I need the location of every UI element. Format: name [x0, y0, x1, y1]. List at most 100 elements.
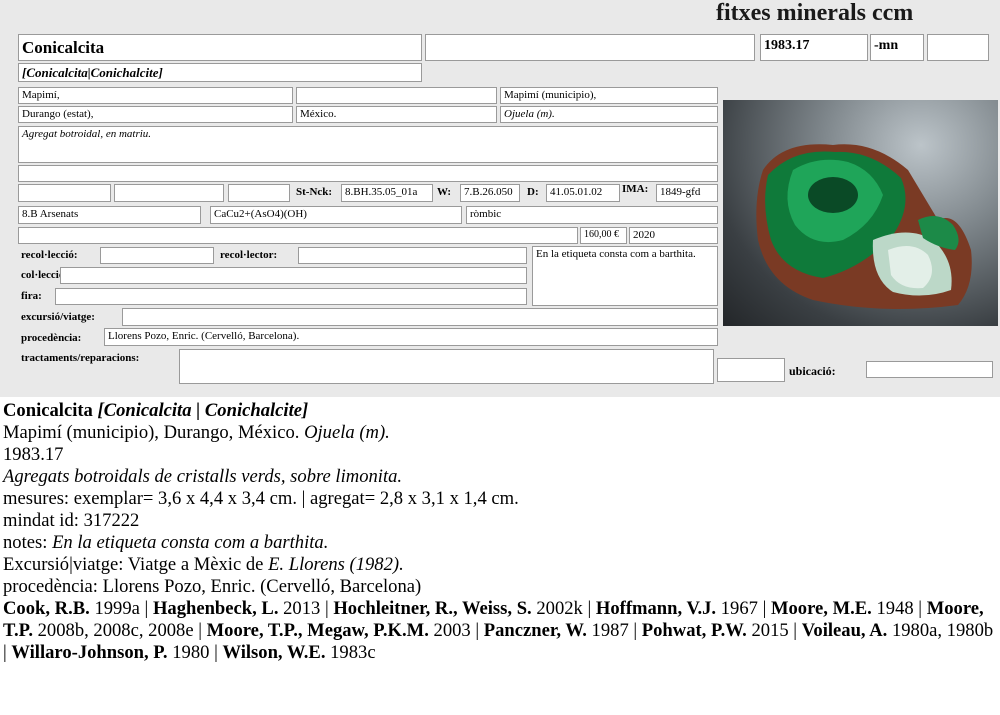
reference-item: Haghenbeck, L. 2013 — [153, 598, 320, 619]
blank-field-top[interactable] — [425, 34, 755, 61]
reference-item: Hochleitner, R., Weiss, S. 2002k — [333, 598, 583, 619]
fira-label: fira: — [21, 290, 42, 302]
reference-item: Pohwat, P.W. 2015 — [642, 620, 789, 641]
excursio-field[interactable] — [122, 308, 718, 326]
recoleccio-field[interactable] — [100, 247, 214, 264]
summary-text: Conicalcita [Conicalcita | Conichalcite]… — [3, 400, 997, 664]
summary-notes-line: notes: En la etiqueta consta com a barth… — [3, 532, 997, 554]
reference-year: 1980 — [172, 642, 210, 663]
recolector-field[interactable] — [298, 247, 527, 264]
reference-item: Wilson, W.E. 1983c — [222, 642, 375, 663]
locality-2a-field[interactable]: Durango (estat), — [18, 106, 293, 123]
mineral-card: fitxes minerals ccm Conicalcita 1983.17 … — [0, 0, 1000, 397]
formula-field[interactable]: CaCu2+(AsO4)(OH) — [210, 206, 462, 224]
summary-title-line: Conicalcita [Conicalcita | Conichalcite] — [3, 400, 997, 422]
summary-measures: mesures: exemplar= 3,6 x 4,4 x 3,4 cm. |… — [3, 488, 519, 509]
summary-notes-text: En la etiqueta consta com a barthita. — [52, 532, 329, 553]
reference-item: Cook, R.B. 1999a — [3, 598, 140, 619]
recoleccio-label: recol·lecció: — [21, 249, 78, 261]
d-label: D: — [527, 186, 539, 198]
suffix-field[interactable]: -mn — [870, 34, 924, 61]
reference-author: Voileau, A. — [801, 620, 888, 641]
locality-2c-field[interactable]: Ojuela (m). — [500, 106, 718, 123]
tractaments-label: tractaments/reparacions: — [21, 352, 140, 364]
reference-author: Hoffmann, V.J. — [595, 598, 717, 619]
d-field[interactable]: 41.05.01.02 — [546, 184, 620, 202]
reference-year: 2002k — [536, 598, 583, 619]
locality-1b-field[interactable] — [296, 87, 497, 104]
summary-locality: Mapimí (municipio), Durango, México. — [3, 422, 300, 443]
reference-year: 2003 — [433, 620, 471, 641]
summary-synonyms: [Conicalcita | Conichalcite] — [97, 400, 309, 421]
summary-locality-mine: Ojuela (m). — [304, 422, 390, 443]
mineral-specimen-photo — [723, 100, 998, 326]
reference-author: Hochleitner, R., Weiss, S. — [333, 598, 532, 619]
summary-excursio-line: Excursió|viatge: Viatge a Mèxic de E. Ll… — [3, 554, 997, 576]
reference-year: 2013 — [283, 598, 321, 619]
reference-year: 1987 — [591, 620, 629, 641]
ubicacio-field[interactable] — [866, 361, 993, 378]
procedencia-field[interactable]: Llorens Pozo, Enric. (Cervelló, Barcelon… — [104, 328, 718, 346]
catalog-number-field[interactable]: 1983.17 — [760, 34, 868, 61]
blank-wide-field[interactable] — [18, 165, 718, 182]
locality-1a-field[interactable]: Mapimí, — [18, 87, 293, 104]
class-blank-3[interactable] — [228, 184, 290, 202]
reference-author: Panczner, W. — [483, 620, 587, 641]
class-blank-2[interactable] — [114, 184, 224, 202]
reference-author: Pohwat, P.W. — [641, 620, 747, 641]
reference-item: Hoffmann, V.J. 1967 — [596, 598, 758, 619]
reference-author: Wilson, W.E. — [222, 642, 326, 663]
class-blank-1[interactable] — [18, 184, 111, 202]
reference-author: Haghenbeck, L. — [152, 598, 279, 619]
reference-year: 1980a, 1980b — [891, 620, 994, 641]
extra-field[interactable] — [927, 34, 989, 61]
reference-year: 1983c — [330, 642, 376, 663]
reference-author: Moore, T.P., Megaw, P.K.M. — [206, 620, 429, 641]
ima-label: IMA: — [622, 183, 649, 195]
reference-item: Moore, T.P., Megaw, P.K.M. 2003 — [207, 620, 471, 641]
description-field[interactable]: Agregat botroidal, en matriu. — [18, 126, 718, 163]
year-field[interactable]: 2020 — [629, 227, 718, 244]
locality-1c-field[interactable]: Mapimí (municipio), — [500, 87, 718, 104]
summary-procedencia: procedència: Llorens Pozo, Enric. (Cerve… — [3, 576, 422, 597]
ima-field[interactable]: 1849-gfd — [656, 184, 718, 202]
ubicacio-label: ubicació: — [789, 364, 836, 378]
summary-mindat: mindat id: 317222 — [3, 510, 140, 531]
reference-year: 2015 — [751, 620, 789, 641]
summary-name: Conicalcita — [3, 400, 93, 421]
st-nck-label: St-Nck: — [296, 186, 333, 198]
synonyms-field[interactable]: [Conicalcita|Conichalcite] — [18, 63, 422, 82]
tractaments-field[interactable] — [179, 349, 714, 384]
reference-year: 2008b, 2008c, 2008e — [37, 620, 194, 641]
fira-field[interactable] — [55, 288, 527, 305]
notes-field[interactable]: En la etiqueta consta com a barthita. — [532, 246, 718, 306]
summary-locality-line: Mapimí (municipio), Durango, México. Oju… — [3, 422, 997, 444]
w-label: W: — [437, 186, 452, 198]
summary-notes-label: notes: — [3, 532, 48, 553]
reference-year: 1948 — [876, 598, 914, 619]
reference-year: 1999a — [94, 598, 140, 619]
colleccio-field[interactable] — [60, 267, 527, 284]
reference-item: Panczner, W. 1987 — [484, 620, 629, 641]
group-field[interactable]: 8.B Arsenats — [18, 206, 201, 224]
st-nck-field[interactable]: 8.BH.35.05_01a — [341, 184, 433, 202]
reference-item: Moore, M.E. 1948 — [771, 598, 914, 619]
recolector-label: recol·lector: — [220, 249, 278, 261]
w-field[interactable]: 7.B.26.050 — [460, 184, 520, 202]
reference-author: Cook, R.B. — [3, 598, 90, 619]
procedencia-label: procedència: — [21, 332, 82, 344]
summary-excursio: Excursió|viatge: Viatge a Mèxic de — [3, 554, 264, 575]
reference-author: Moore, M.E. — [770, 598, 872, 619]
locality-2b-field[interactable]: México. — [296, 106, 497, 123]
name-field[interactable]: Conicalcita — [18, 34, 422, 61]
references-list: Cook, R.B. 1999a | Haghenbeck, L. 2013 |… — [3, 598, 994, 663]
ubicacio-small-field[interactable] — [717, 358, 785, 382]
reference-item: Voileau, A. 1980a, 1980b — [802, 620, 993, 641]
crystal-system-field[interactable]: ròmbic — [466, 206, 718, 224]
price-blank-field[interactable] — [18, 227, 578, 244]
excursio-label: excursió/viatge: — [21, 311, 95, 323]
reference-year: 1967 — [720, 598, 758, 619]
summary-description: Agregats botroidals de cristalls verds, … — [3, 466, 403, 487]
specimen-photo-icon — [756, 144, 972, 309]
price-field[interactable]: 160,00 € — [580, 227, 627, 244]
